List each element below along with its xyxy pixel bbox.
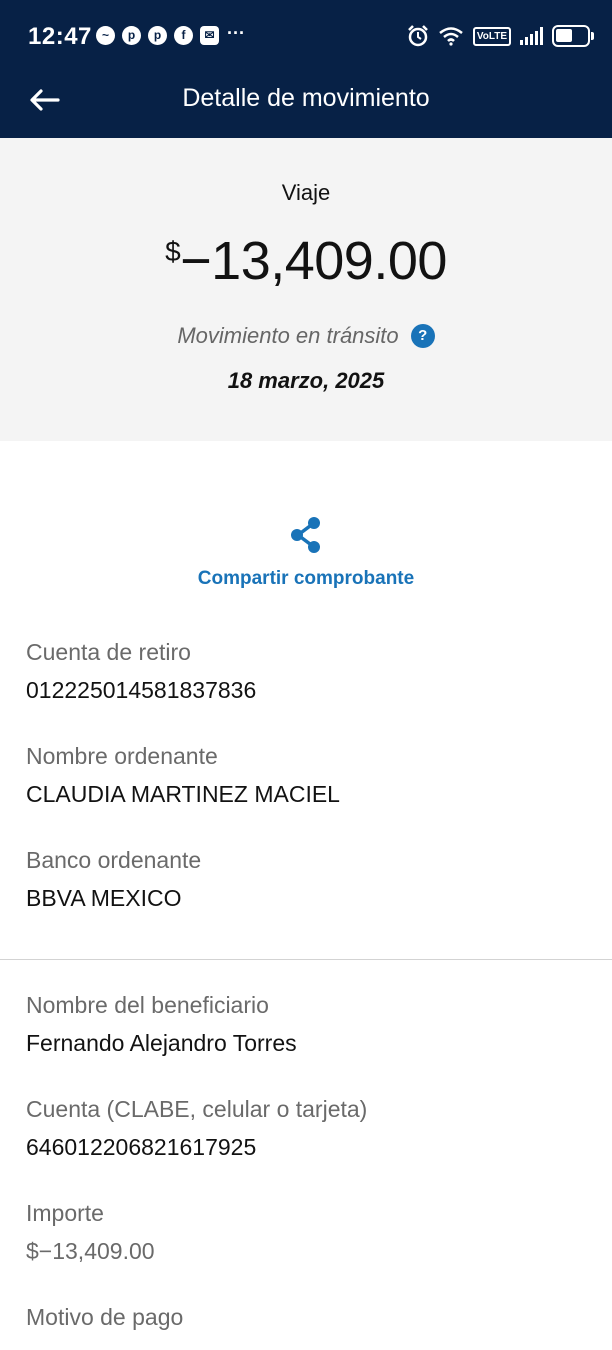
pinterest-icon: p — [148, 26, 167, 45]
movement-status: Movimiento en tránsito ? — [0, 323, 612, 349]
detail-value: 012225014581837836 — [26, 677, 257, 703]
currency-symbol: $ — [165, 236, 181, 267]
detail-beneficiary-account: Cuenta (CLABE, celular o tarjeta) 646012… — [26, 1095, 586, 1161]
detail-value: Fernando Alejandro Torres — [26, 1030, 297, 1056]
detail-label: Banco ordenante — [26, 847, 202, 873]
detail-label: Cuenta de retiro — [26, 639, 191, 665]
wifi-icon — [439, 27, 463, 46]
detail-sender-name: Nombre ordenante CLAUDIA MARTINEZ MACIEL — [26, 742, 586, 808]
status-time: 12:47 — [28, 23, 92, 50]
section-divider — [0, 959, 612, 960]
page-title: Detalle de movimiento — [182, 84, 430, 112]
detail-payment-reason: Motivo de pago — [26, 1303, 586, 1341]
movement-summary: Viaje $−13,409.00 Movimiento en tránsito… — [0, 138, 612, 441]
alarm-icon — [407, 25, 428, 47]
pinterest-icon: p — [122, 26, 141, 45]
movement-concept: Viaje — [281, 180, 331, 205]
detail-value: $−13,409.00 — [26, 1238, 155, 1264]
system-icons: VoLTE — [407, 22, 594, 50]
more-icon: ··· — [227, 23, 245, 43]
detail-value: 646012206821617925 — [26, 1134, 257, 1160]
facebook-icon: f — [174, 26, 193, 45]
share-icon — [291, 517, 320, 553]
detail-sender-bank: Banco ordenante BBVA MEXICO — [26, 846, 586, 912]
detail-value: BBVA MEXICO — [26, 885, 182, 911]
messenger-icon: ~ — [96, 26, 115, 45]
movement-amount: $−13,409.00 — [0, 230, 612, 292]
share-receipt-button[interactable]: Compartir comprobante — [0, 516, 612, 590]
share-receipt-label: Compartir comprobante — [197, 568, 415, 589]
battery-icon — [552, 25, 594, 47]
detail-beneficiary-name: Nombre del beneficiario Fernando Alejand… — [26, 991, 586, 1057]
status-bar: 12:47 ~ p p f ✉ ··· VoLTE — [0, 0, 612, 72]
volte-icon: VoLTE — [472, 26, 511, 46]
detail-value: CLAUDIA MARTINEZ MACIEL — [26, 781, 340, 807]
detail-withdrawal-account: Cuenta de retiro 012225014581837836 — [26, 638, 586, 704]
detail-label: Motivo de pago — [26, 1304, 184, 1330]
detail-label: Importe — [26, 1200, 104, 1226]
amount-value: −13,409.00 — [180, 231, 447, 291]
notification-icons: ~ p p f ✉ ··· — [96, 23, 246, 45]
movement-status-text: Movimiento en tránsito — [177, 323, 399, 348]
mail-icon: ✉ — [200, 26, 219, 45]
help-icon[interactable]: ? — [410, 324, 435, 348]
movement-date: 18 marzo, 2025 — [227, 368, 385, 393]
signal-icon — [520, 27, 543, 45]
detail-label: Nombre ordenante — [26, 743, 218, 769]
detail-amount: Importe $−13,409.00 — [26, 1199, 586, 1265]
detail-label: Cuenta (CLABE, celular o tarjeta) — [26, 1096, 368, 1122]
detail-label: Nombre del beneficiario — [26, 992, 269, 1018]
app-header: 12:47 ~ p p f ✉ ··· VoLTE Detalle de mov… — [0, 0, 612, 138]
